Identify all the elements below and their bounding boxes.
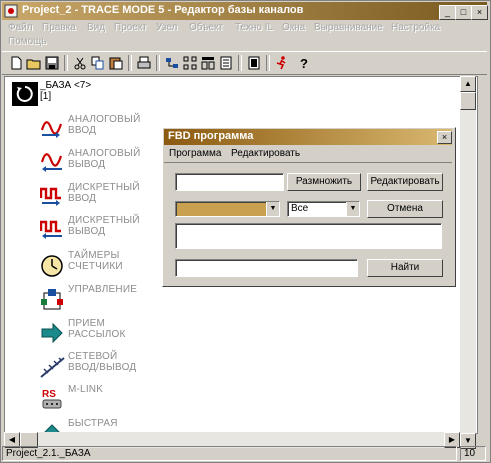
root-node-icon[interactable] <box>12 82 38 106</box>
rs-port-icon: RS <box>40 388 64 410</box>
paste-icon[interactable] <box>108 55 124 71</box>
scroll-up-button[interactable]: ▲ <box>460 76 476 92</box>
dialog-title: FBD программа <box>168 130 254 142</box>
tree-item-discrete-input[interactable]: ДИСКРЕТНЫЙ ВВОД <box>39 182 150 214</box>
status-count: 10 <box>460 446 486 461</box>
menu-techno-il[interactable]: Техно IL <box>235 22 273 33</box>
menu-windows[interactable]: Окна <box>282 22 305 33</box>
tree-item-timers[interactable]: ТАЙМЕРЫ СЧЕТЧИКИ <box>40 250 150 282</box>
find-button[interactable]: Найти <box>367 259 443 277</box>
tree-item-label: СЕТЕВОЙ ВВОД/ВЫВОД <box>68 351 137 373</box>
menu-edit[interactable]: Правка <box>42 22 76 33</box>
multiply-button[interactable]: Размножить <box>287 173 361 191</box>
tree-item-label: АНАЛОГОВЫЙ ВЫВОД <box>68 148 141 170</box>
tree-item-label: M-LINK <box>68 384 104 395</box>
menu-bar: Файл Правка Вид Проект Узел Объект Техно… <box>2 21 487 51</box>
title-bar[interactable]: Project_2 - TRACE MODE 5 - Редактор базы… <box>2 2 488 20</box>
book-icon[interactable] <box>246 55 262 71</box>
discrete-input-icon <box>39 186 64 208</box>
dialog-close-button[interactable]: × <box>437 131 452 144</box>
arrow-right-icon <box>40 322 64 344</box>
vertical-scrollbar[interactable]: ▲ ▼ <box>460 76 476 449</box>
menu-settings[interactable]: Настройка <box>391 22 440 33</box>
discrete-output-icon <box>39 219 64 241</box>
tree-item-label: БЫСТРАЯ <box>68 418 118 429</box>
menu-help[interactable]: Помощь <box>8 36 47 47</box>
filter-dropdown-value: Все <box>291 203 309 214</box>
close-button[interactable]: × <box>471 5 488 20</box>
dialog-menu-bar: Программа Редактировать <box>164 146 452 163</box>
window-title: Project_2 - TRACE MODE 5 - Редактор базы… <box>22 4 304 16</box>
search-input[interactable] <box>175 259 358 277</box>
tree-item-broadcast[interactable]: ПРИЕМ РАССЫЛОК <box>40 318 150 350</box>
dialog-menu-edit[interactable]: Редактировать <box>231 148 300 159</box>
print-icon[interactable] <box>136 55 152 71</box>
root-node-subtitle: [1] <box>40 91 52 102</box>
tree-item-label: УПРАВЛЕНИЕ <box>68 284 138 295</box>
tree-item-analog-output[interactable]: АНАЛОГОВЫЙ ВЫВОД <box>40 148 150 180</box>
root-node-label[interactable]: _БАЗА <7> [1] <box>40 80 91 102</box>
app-icon <box>4 4 18 18</box>
control-icon <box>40 288 64 310</box>
edit-button[interactable]: Редактировать <box>367 173 443 191</box>
tree-item-label: ДИСКРЕТНЫЙ ВЫВОД <box>68 215 140 237</box>
dialog-title-bar[interactable]: FBD программа × <box>164 129 452 145</box>
tree-item-label: АНАЛОГОВЫЙ ВВОД <box>68 114 141 136</box>
tree-item-control[interactable]: УПРАВЛЕНИЕ <box>40 284 150 316</box>
tree-item-label: ДИСКРЕТНЫЙ ВВОД <box>68 182 140 204</box>
help-icon[interactable]: ? <box>296 55 312 71</box>
vertical-scroll-thumb[interactable] <box>460 92 476 110</box>
tree-item-analog-input[interactable]: АНАЛОГОВЫЙ ВВОД <box>40 114 150 146</box>
menu-node[interactable]: Узел <box>156 22 177 33</box>
tree-item-label: ПРИЕМ РАССЫЛОК <box>68 318 126 340</box>
analog-input-icon <box>40 118 64 140</box>
copy-icon[interactable] <box>90 55 106 71</box>
save-icon[interactable] <box>44 55 60 71</box>
list-icon[interactable] <box>218 55 234 71</box>
program-name-input[interactable] <box>175 173 284 191</box>
toolbar: ? <box>2 51 487 75</box>
clock-icon <box>40 254 64 277</box>
new-file-icon[interactable] <box>8 55 24 71</box>
minimize-button[interactable]: _ <box>439 5 456 20</box>
menu-project[interactable]: Проект <box>114 22 147 33</box>
runner-icon[interactable] <box>274 55 290 71</box>
node-icon[interactable] <box>164 55 180 71</box>
chevron-down-icon[interactable]: ▼ <box>346 202 359 216</box>
chevron-down-icon[interactable]: ▼ <box>266 202 279 216</box>
dialog-menu-program[interactable]: Программа <box>169 148 221 159</box>
filter-dropdown[interactable]: Все ▼ <box>287 201 360 217</box>
tree-item-discrete-output[interactable]: ДИСКРЕТНЫЙ ВЫВОД <box>39 215 150 247</box>
fbd-dialog: FBD программа × Программа Редактировать … <box>162 127 456 287</box>
menu-object[interactable]: Объект <box>189 22 223 33</box>
svg-text:RS: RS <box>42 389 56 400</box>
tree-item-fast[interactable]: БЫСТРАЯ <box>40 418 150 432</box>
cancel-button[interactable]: Отмена <box>367 200 443 218</box>
analog-output-icon <box>40 152 64 174</box>
status-bar: Project_2.1._БАЗА 10 <box>2 446 487 461</box>
root-node-title: _БАЗА <7> <box>40 80 92 91</box>
tree-item-network[interactable]: СЕТЕВОЙ ВВОД/ВЫВОД <box>40 351 150 383</box>
menu-view[interactable]: Вид <box>87 22 105 33</box>
menu-align[interactable]: Выравнивание <box>314 22 383 33</box>
type-dropdown[interactable]: ▼ <box>175 201 280 217</box>
description-field[interactable] <box>175 223 442 249</box>
cut-icon[interactable] <box>72 55 88 71</box>
open-folder-icon[interactable] <box>26 55 42 71</box>
status-path: Project_2.1._БАЗА <box>2 446 457 461</box>
network-icon <box>40 355 65 378</box>
tree-item-label: ТАЙМЕРЫ СЧЕТЧИКИ <box>68 250 123 272</box>
maximize-button[interactable]: □ <box>455 5 472 20</box>
svg-text:?: ? <box>300 56 308 70</box>
menu-file[interactable]: Файл <box>8 22 33 33</box>
tree-item-mlink[interactable]: RS M-LINK <box>40 384 150 416</box>
grid-icon[interactable] <box>182 55 198 71</box>
fast-icon <box>40 422 64 432</box>
layout-icon[interactable] <box>200 55 216 71</box>
